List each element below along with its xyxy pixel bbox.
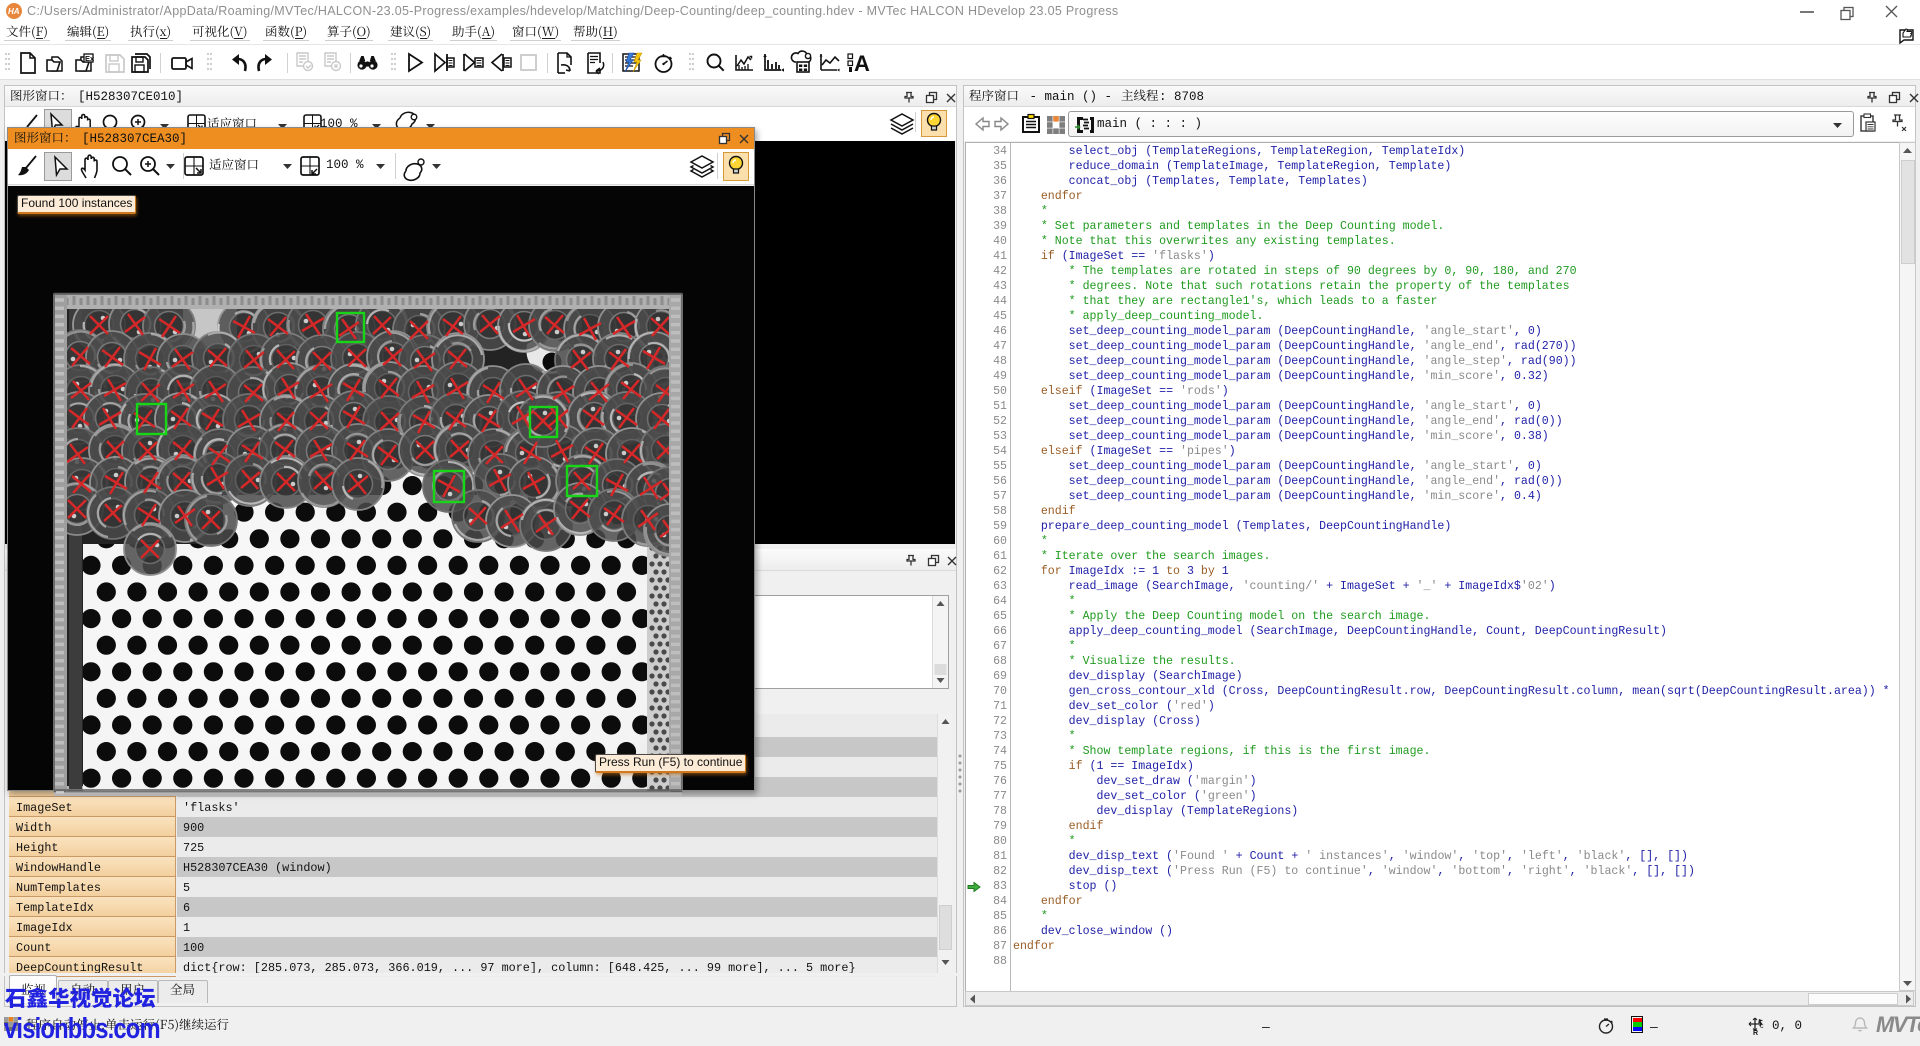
svg-text:Ex: Ex (85, 54, 95, 63)
svg-text:A: A (854, 51, 870, 76)
svg-text:c: c (1760, 1023, 1764, 1030)
svg-text:R: R (1753, 1030, 1758, 1037)
